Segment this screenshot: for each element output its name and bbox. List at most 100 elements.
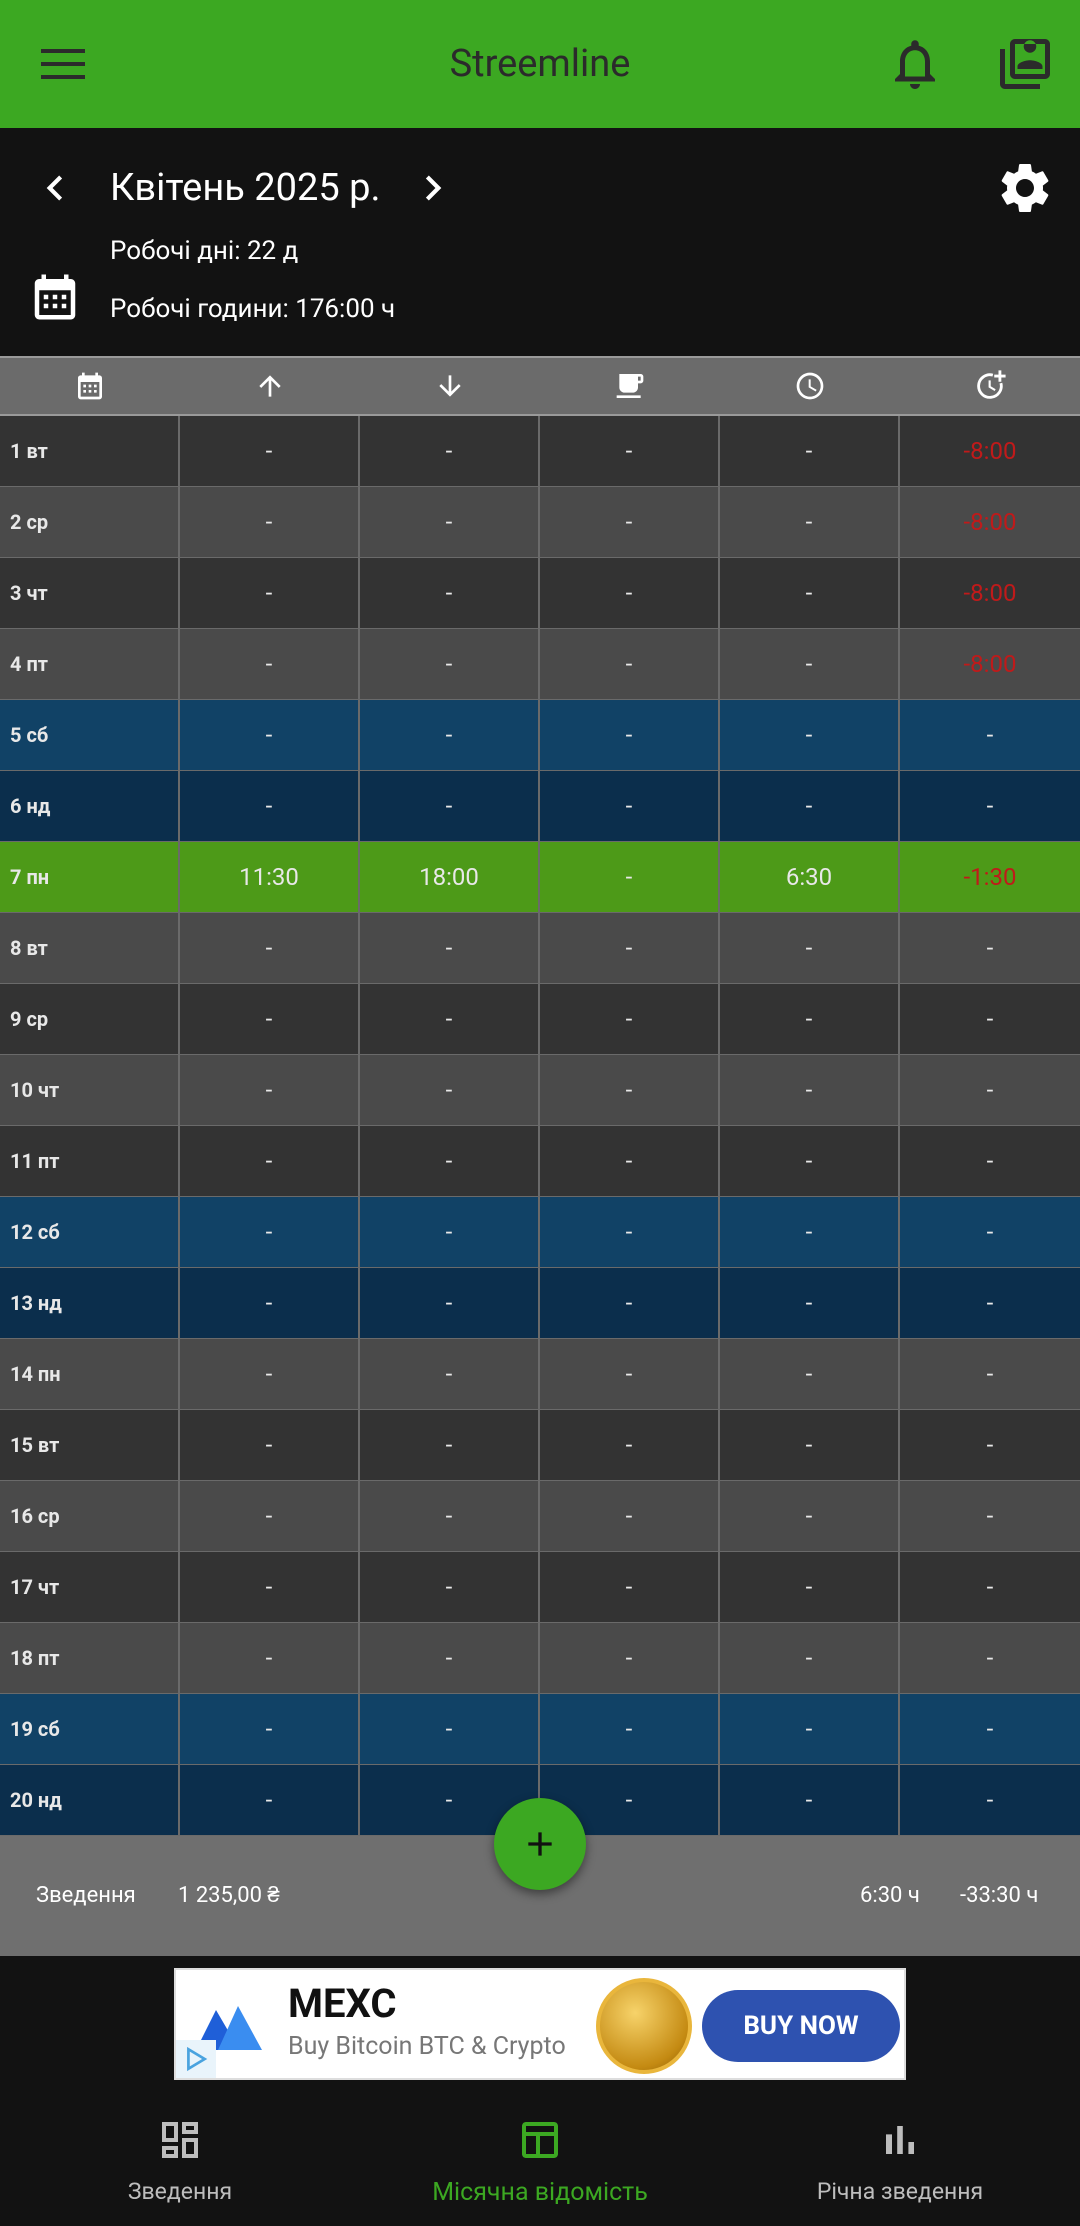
clock-in-cell: -: [180, 1055, 360, 1125]
break-cell: -: [540, 1552, 720, 1622]
difference-cell: -: [986, 1715, 994, 1743]
summary-worked: 6:30 ч: [860, 1883, 920, 1908]
day-cell: 7 пн: [0, 842, 180, 912]
clock-in-cell: -: [180, 1552, 360, 1622]
clock-out-cell: -: [360, 1339, 540, 1409]
clock-in-cell: -: [180, 984, 360, 1054]
break-cell: -: [540, 487, 720, 557]
table-row[interactable]: 16 ср - - - - -: [0, 1481, 1080, 1552]
summary-amount: 1 235,00 ₴: [178, 1883, 280, 1908]
clock-out-cell: -: [360, 487, 540, 557]
break-cell: -: [540, 1481, 720, 1551]
break-cell: -: [540, 1126, 720, 1196]
clock-out-cell: -: [360, 1197, 540, 1267]
ad-banner[interactable]: MEXC Buy Bitcoin BTC & Crypto BUY NOW: [174, 1968, 906, 2080]
clock-out-cell: -: [360, 629, 540, 699]
clock-out-cell: -: [360, 1055, 540, 1125]
profile-book-icon[interactable]: [995, 34, 1055, 94]
nav-yearly-summary[interactable]: Річна зведення: [720, 2090, 1080, 2226]
dogecoin-icon: [596, 1978, 692, 2074]
clock-in-cell: -: [180, 1197, 360, 1267]
table-row[interactable]: 14 пн - - - - -: [0, 1339, 1080, 1410]
clock-out-cell: -: [360, 416, 540, 486]
worked-cell: -: [720, 771, 900, 841]
day-cell: 14 пн: [0, 1339, 180, 1409]
clock-icon: [720, 358, 900, 414]
day-cell: 3 чт: [0, 558, 180, 628]
difference-cell: -: [986, 1218, 994, 1246]
clock-out-cell: -: [360, 913, 540, 983]
coffee-icon: [540, 358, 720, 414]
worked-cell: -: [720, 700, 900, 770]
break-cell: -: [540, 842, 720, 912]
table-row[interactable]: 4 пт - - - - -8:00: [0, 629, 1080, 700]
clock-in-cell: -: [180, 913, 360, 983]
day-cell: 1 вт: [0, 416, 180, 486]
day-cell: 16 ср: [0, 1481, 180, 1551]
table-row[interactable]: 10 чт - - - - -: [0, 1055, 1080, 1126]
table-row[interactable]: 5 сб - - - - -: [0, 700, 1080, 771]
clock-in-cell: -: [180, 558, 360, 628]
clock-in-cell: 11:30: [180, 842, 360, 912]
worked-cell: -: [720, 1197, 900, 1267]
day-cell: 19 сб: [0, 1694, 180, 1764]
table-row[interactable]: 1 вт - - - - -8:00: [0, 416, 1080, 487]
gear-icon[interactable]: [995, 158, 1055, 218]
bell-icon[interactable]: [885, 34, 945, 94]
chevron-left-icon[interactable]: [30, 158, 80, 218]
clock-out-cell: -: [360, 984, 540, 1054]
break-cell: -: [540, 1339, 720, 1409]
difference-cell: -: [986, 1289, 994, 1317]
difference-cell: -: [986, 1147, 994, 1175]
clock-out-cell: -: [360, 558, 540, 628]
table-row[interactable]: 11 пт - - - - -: [0, 1126, 1080, 1197]
clock-in-cell: -: [180, 629, 360, 699]
clock-in-cell: -: [180, 1268, 360, 1338]
worked-cell: -: [720, 1552, 900, 1622]
difference-cell: -1:30: [963, 863, 1017, 891]
day-cell: 12 сб: [0, 1197, 180, 1267]
nav-summary[interactable]: Зведення: [0, 2090, 360, 2226]
table-row[interactable]: 12 сб - - - - -: [0, 1197, 1080, 1268]
clock-in-cell: -: [180, 1126, 360, 1196]
break-cell: -: [540, 416, 720, 486]
table-row[interactable]: 8 вт - - - - -: [0, 913, 1080, 984]
nav-summary-label: Зведення: [127, 2178, 233, 2205]
day-cell: 4 пт: [0, 629, 180, 699]
add-button[interactable]: [494, 1798, 586, 1890]
clock-out-cell: -: [360, 1481, 540, 1551]
clock-out-cell: -: [360, 1126, 540, 1196]
table-row[interactable]: 17 чт - - - - -: [0, 1552, 1080, 1623]
adchoices-icon[interactable]: [176, 2040, 216, 2078]
worked-cell: -: [720, 1623, 900, 1693]
table-row[interactable]: 9 ср - - - - -: [0, 984, 1080, 1055]
day-cell: 20 нд: [0, 1765, 180, 1835]
difference-cell: -: [986, 792, 994, 820]
table-row[interactable]: 19 сб - - - - -: [0, 1694, 1080, 1765]
table-row[interactable]: 15 вт - - - - -: [0, 1410, 1080, 1481]
timesheet-table: 1 вт - - - - -8:00 2 ср - - - - -8:00 3 чт - - - - -8:00 4…: [0, 416, 1080, 1836]
bar-chart-icon: [876, 2116, 924, 2164]
worked-cell: -: [720, 629, 900, 699]
break-cell: -: [540, 1410, 720, 1480]
table-row[interactable]: 6 нд - - - - -: [0, 771, 1080, 842]
table-row[interactable]: 7 пн 11:30 18:00-6:30 -1:30: [0, 842, 1080, 913]
worked-cell: -: [720, 416, 900, 486]
calendar-icon: [0, 358, 180, 414]
table-row[interactable]: 13 нд - - - - -: [0, 1268, 1080, 1339]
break-cell: -: [540, 984, 720, 1054]
clock-in-cell: -: [180, 416, 360, 486]
table-row[interactable]: 18 пт - - - - -: [0, 1623, 1080, 1694]
difference-cell: -: [986, 1644, 994, 1672]
worked-cell: -: [720, 1055, 900, 1125]
day-cell: 6 нд: [0, 771, 180, 841]
buy-now-button[interactable]: BUY NOW: [702, 1990, 900, 2062]
table-row[interactable]: 3 чт - - - - -8:00: [0, 558, 1080, 629]
clock-in-cell: -: [180, 1623, 360, 1693]
clock-out-cell: -: [360, 771, 540, 841]
nav-monthly-sheet[interactable]: Місячна відомість: [360, 2090, 720, 2226]
table-row[interactable]: 2 ср - - - - -8:00: [0, 487, 1080, 558]
day-cell: 17 чт: [0, 1552, 180, 1622]
break-cell: -: [540, 629, 720, 699]
chevron-right-icon[interactable]: [408, 158, 458, 218]
